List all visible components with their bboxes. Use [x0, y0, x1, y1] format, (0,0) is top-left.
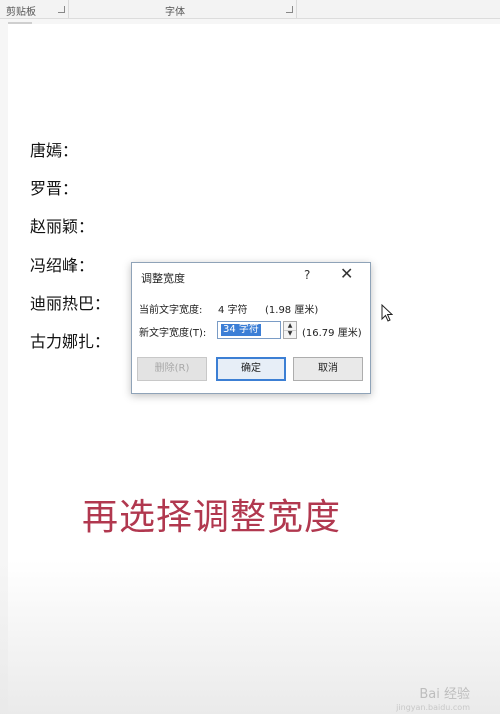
document-line[interactable]: 赵丽颖：	[30, 213, 94, 237]
tutorial-caption: 再选择调整宽度	[82, 497, 342, 538]
clipboard-launcher-icon[interactable]	[58, 6, 65, 13]
new-width-spinner[interactable]: ▲ ▼	[283, 321, 297, 339]
new-width-cm: (16.79 厘米)	[302, 328, 362, 339]
current-width-value: 4 字符	[218, 305, 248, 316]
dialog-title: 调整宽度	[141, 272, 185, 285]
document-line[interactable]: 迪丽热巴：	[30, 290, 110, 314]
watermark-logo: Bai 经验	[419, 687, 470, 702]
ribbon-bar: 剪贴板 字体	[0, 0, 500, 19]
delete-button[interactable]: 删除(R)	[137, 357, 207, 381]
help-icon[interactable]: ?	[304, 268, 310, 282]
font-group-label: 字体	[165, 7, 185, 18]
mouse-cursor-icon	[381, 304, 393, 322]
document-line[interactable]: 罗晋：	[30, 175, 78, 199]
close-icon[interactable]: ✕	[340, 265, 353, 283]
document-line[interactable]: 冯绍峰：	[30, 252, 94, 276]
new-width-label: 新文字宽度(T):	[139, 328, 207, 339]
ribbon-separator	[296, 0, 297, 18]
font-launcher-icon[interactable]	[286, 6, 293, 13]
document-line[interactable]: 唐嫣：	[30, 137, 78, 161]
spin-down-icon[interactable]: ▼	[284, 330, 296, 338]
current-width-label: 当前文字宽度:	[139, 305, 203, 316]
page-margin-mark	[8, 22, 32, 24]
current-width-cm: (1.98 厘米)	[265, 305, 319, 316]
clipboard-group-label: 剪贴板	[6, 7, 36, 18]
adjust-width-dialog: 调整宽度 ? ✕ 当前文字宽度: 4 字符 (1.98 厘米) 新文字宽度(T)…	[131, 262, 371, 394]
ok-button[interactable]: 确定	[216, 357, 286, 381]
new-width-value: 34 字符	[221, 324, 261, 336]
new-width-input[interactable]: 34 字符	[217, 321, 281, 339]
cancel-button[interactable]: 取消	[293, 357, 363, 381]
watermark-url: jingyan.baidu.com	[396, 703, 470, 712]
ribbon-separator	[68, 0, 69, 18]
document-line[interactable]: 古力娜扎：	[30, 328, 110, 352]
